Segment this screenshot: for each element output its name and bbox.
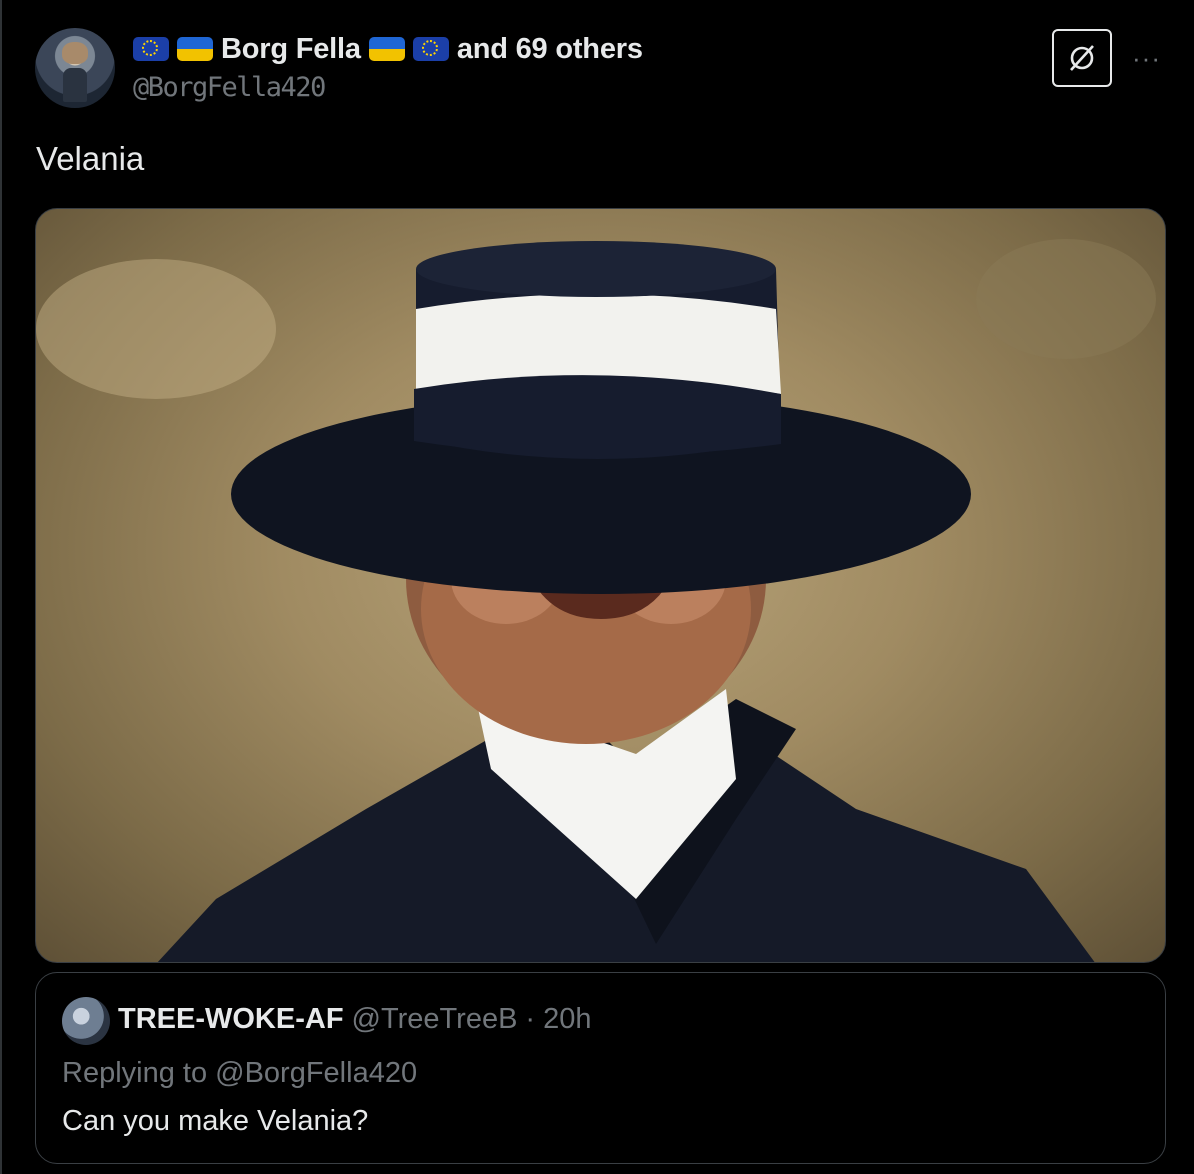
grok-icon [1070, 45, 1094, 71]
grok-button[interactable] [1052, 29, 1112, 87]
eu-flag-icon [412, 37, 449, 61]
replying-to: Replying to @BorgFella420 [62, 1057, 418, 1089]
post-image[interactable] [35, 208, 1166, 963]
author-name-row[interactable]: Borg Fella and 69 others [133, 30, 643, 68]
quoted-timestamp[interactable]: 20h [543, 1003, 591, 1036]
person-in-hat-illustration [36, 239, 1156, 962]
author-avatar[interactable] [35, 28, 115, 108]
quoted-text: Can you make Velania? [62, 1105, 369, 1137]
quoted-handle[interactable]: @TreeTreeB [352, 1003, 518, 1036]
author-display-name[interactable]: Borg Fella [221, 33, 361, 66]
ukraine-flag-icon [177, 37, 213, 61]
quoted-post[interactable]: TREE-WOKE-AF @TreeTreeB · 20h Replying t… [35, 972, 1166, 1164]
quoted-separator: · [525, 1003, 536, 1035]
ukraine-flag-icon [368, 37, 405, 61]
others-count[interactable]: and 69 others [457, 33, 643, 66]
quoted-author-avatar[interactable] [62, 997, 110, 1045]
eu-flag-icon [133, 37, 169, 61]
timeline-border [0, 0, 2, 1174]
quoted-display-name[interactable]: TREE-WOKE-AF [118, 1003, 344, 1036]
more-options-button[interactable]: ··· [1132, 43, 1161, 74]
quoted-header: TREE-WOKE-AF @TreeTreeB · 20h [118, 1003, 591, 1036]
author-handle[interactable]: @BorgFella420 [133, 72, 326, 103]
post-text: Velania [36, 140, 145, 177]
